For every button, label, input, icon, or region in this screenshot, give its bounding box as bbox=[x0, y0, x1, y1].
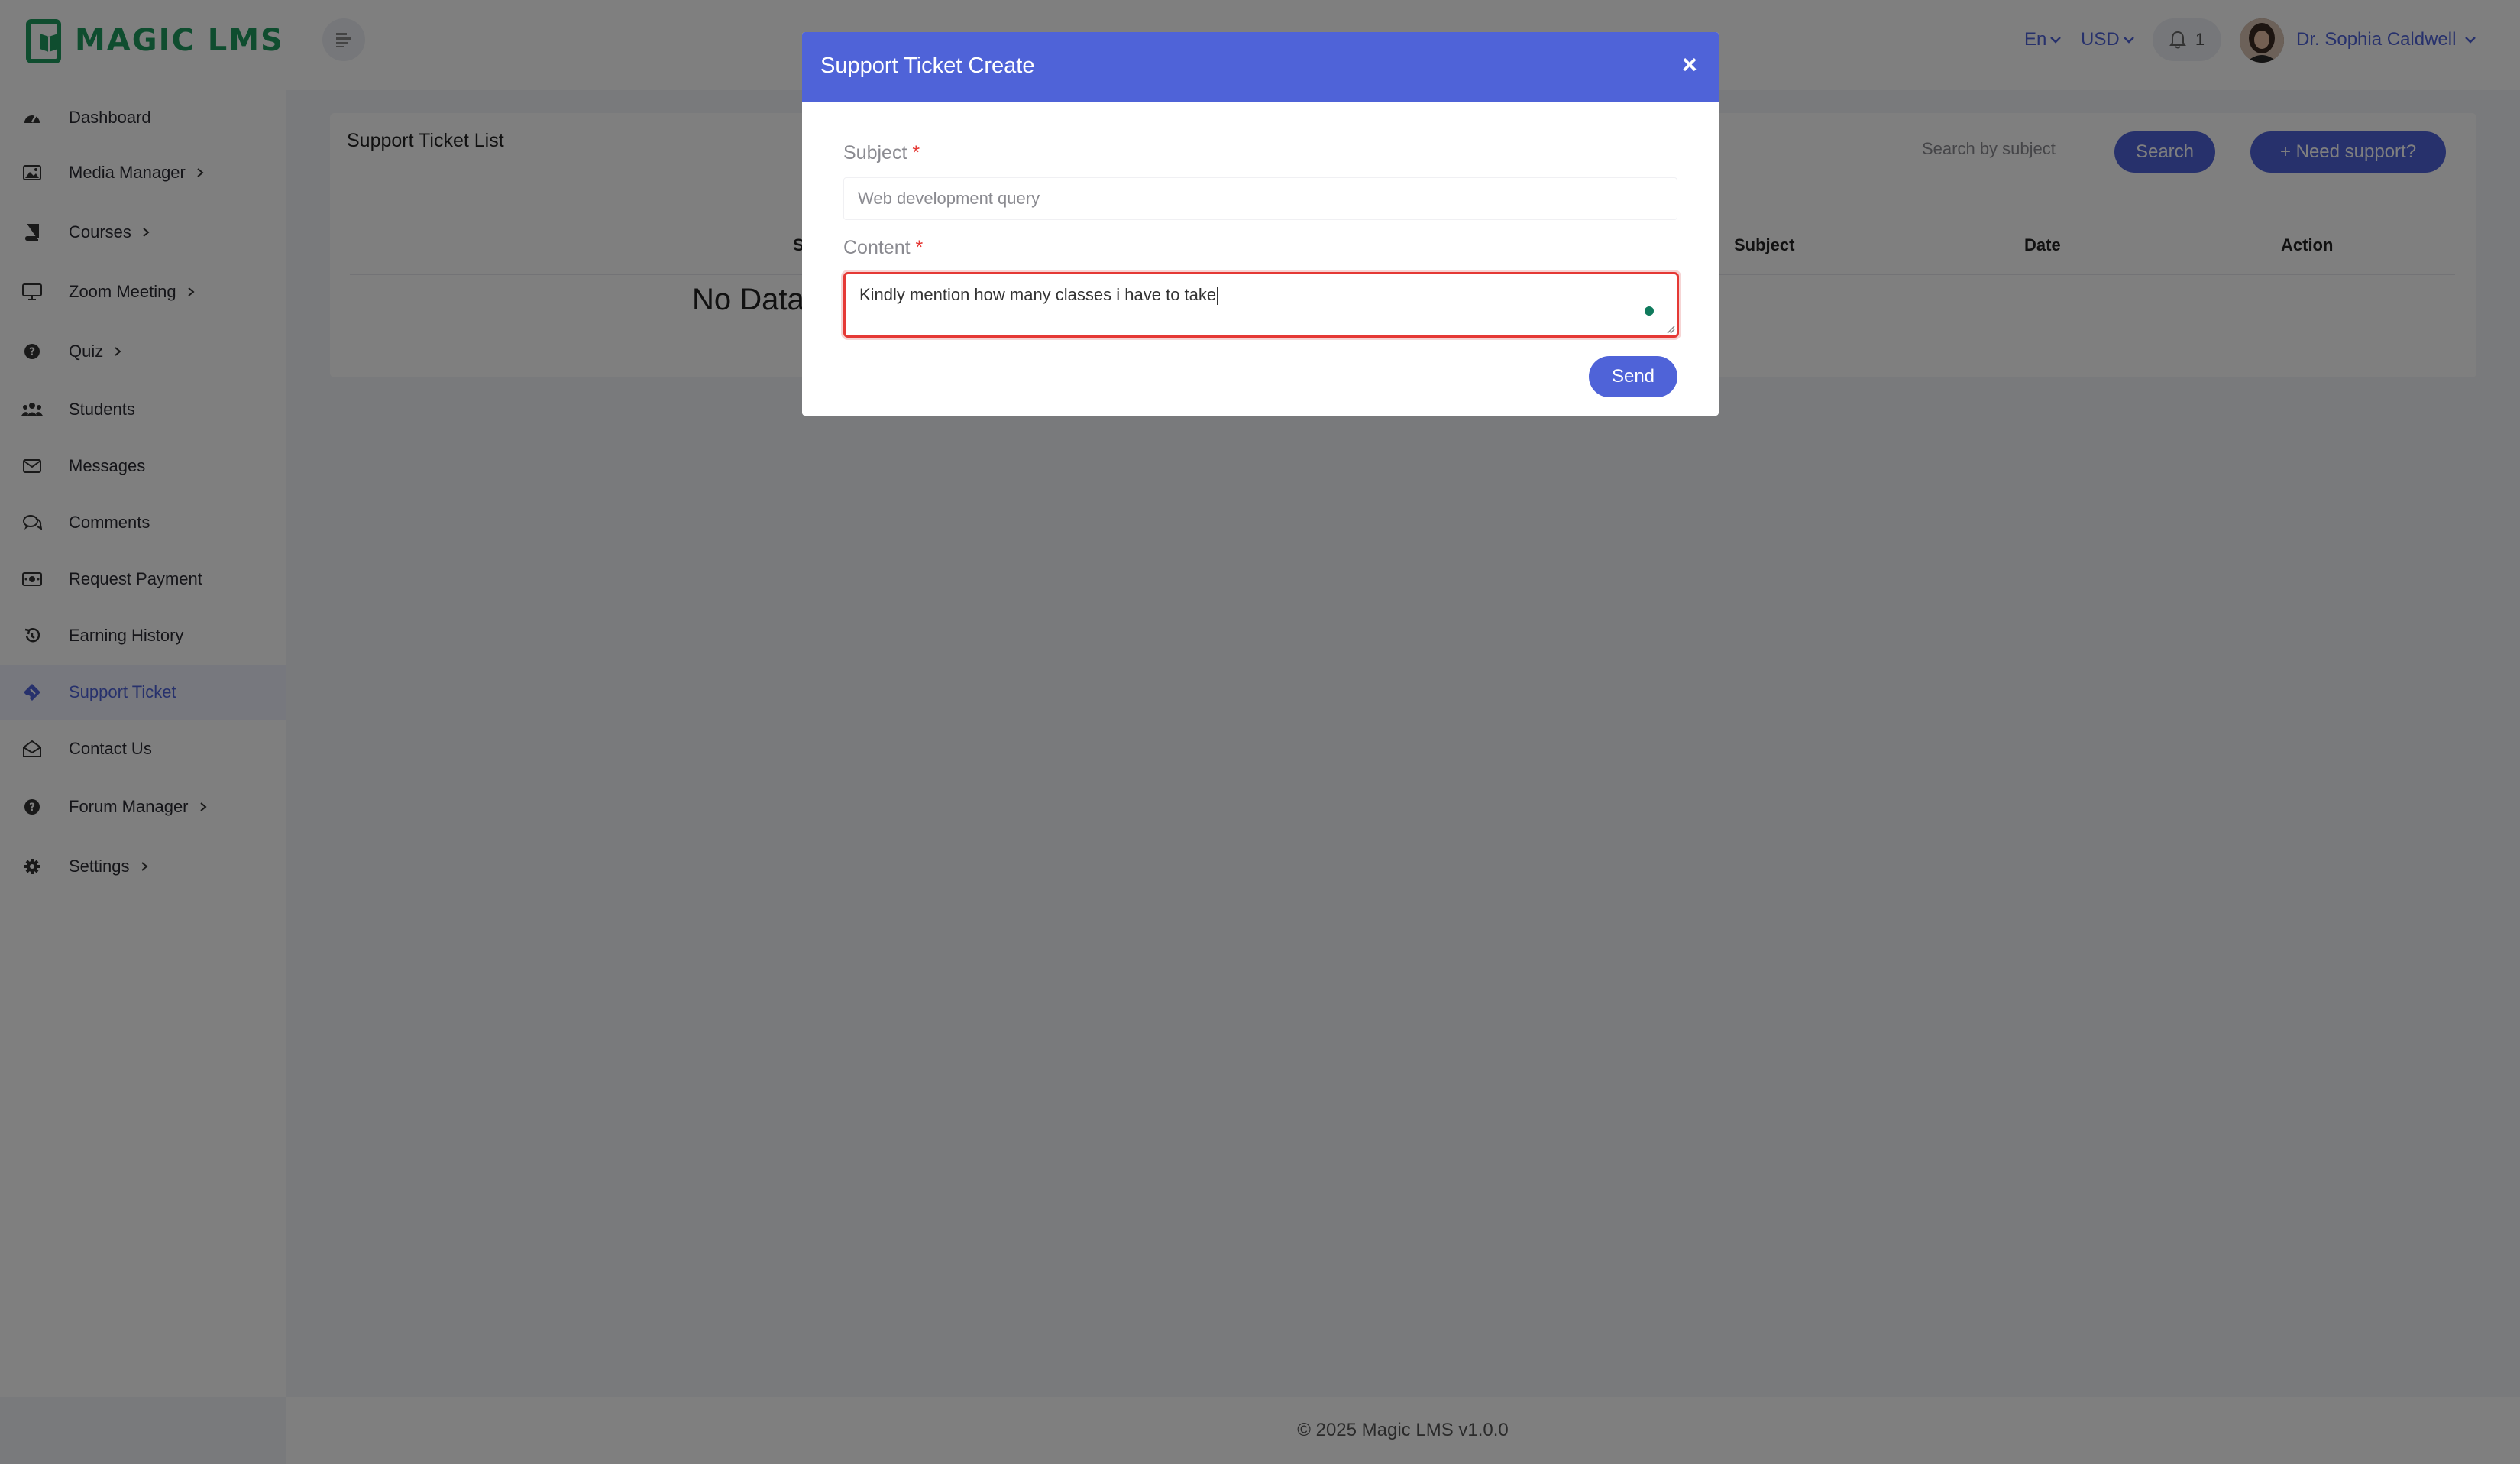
text-caret bbox=[1217, 287, 1219, 306]
resize-handle-icon[interactable] bbox=[1666, 325, 1675, 334]
subject-label: Subject * bbox=[843, 142, 920, 164]
subject-placeholder: Web development query bbox=[858, 189, 1040, 208]
send-button[interactable]: Send bbox=[1589, 356, 1677, 397]
content-label-text: Content bbox=[843, 237, 911, 258]
support-ticket-create-modal: Support Ticket Create × Subject * Web de… bbox=[802, 32, 1719, 416]
content-textarea[interactable]: Kindly mention how many classes i have t… bbox=[843, 272, 1679, 338]
required-mark: * bbox=[912, 142, 920, 164]
required-mark: * bbox=[915, 237, 924, 258]
subject-label-text: Subject bbox=[843, 142, 907, 164]
close-icon[interactable]: × bbox=[1682, 50, 1697, 80]
content-value: Kindly mention how many classes i have t… bbox=[859, 285, 1217, 304]
grammar-indicator-icon[interactable] bbox=[1645, 306, 1654, 316]
subject-input[interactable]: Web development query bbox=[843, 177, 1677, 220]
modal-header: Support Ticket Create × bbox=[802, 32, 1719, 102]
content-label: Content * bbox=[843, 237, 923, 259]
modal-title: Support Ticket Create bbox=[820, 53, 1035, 78]
